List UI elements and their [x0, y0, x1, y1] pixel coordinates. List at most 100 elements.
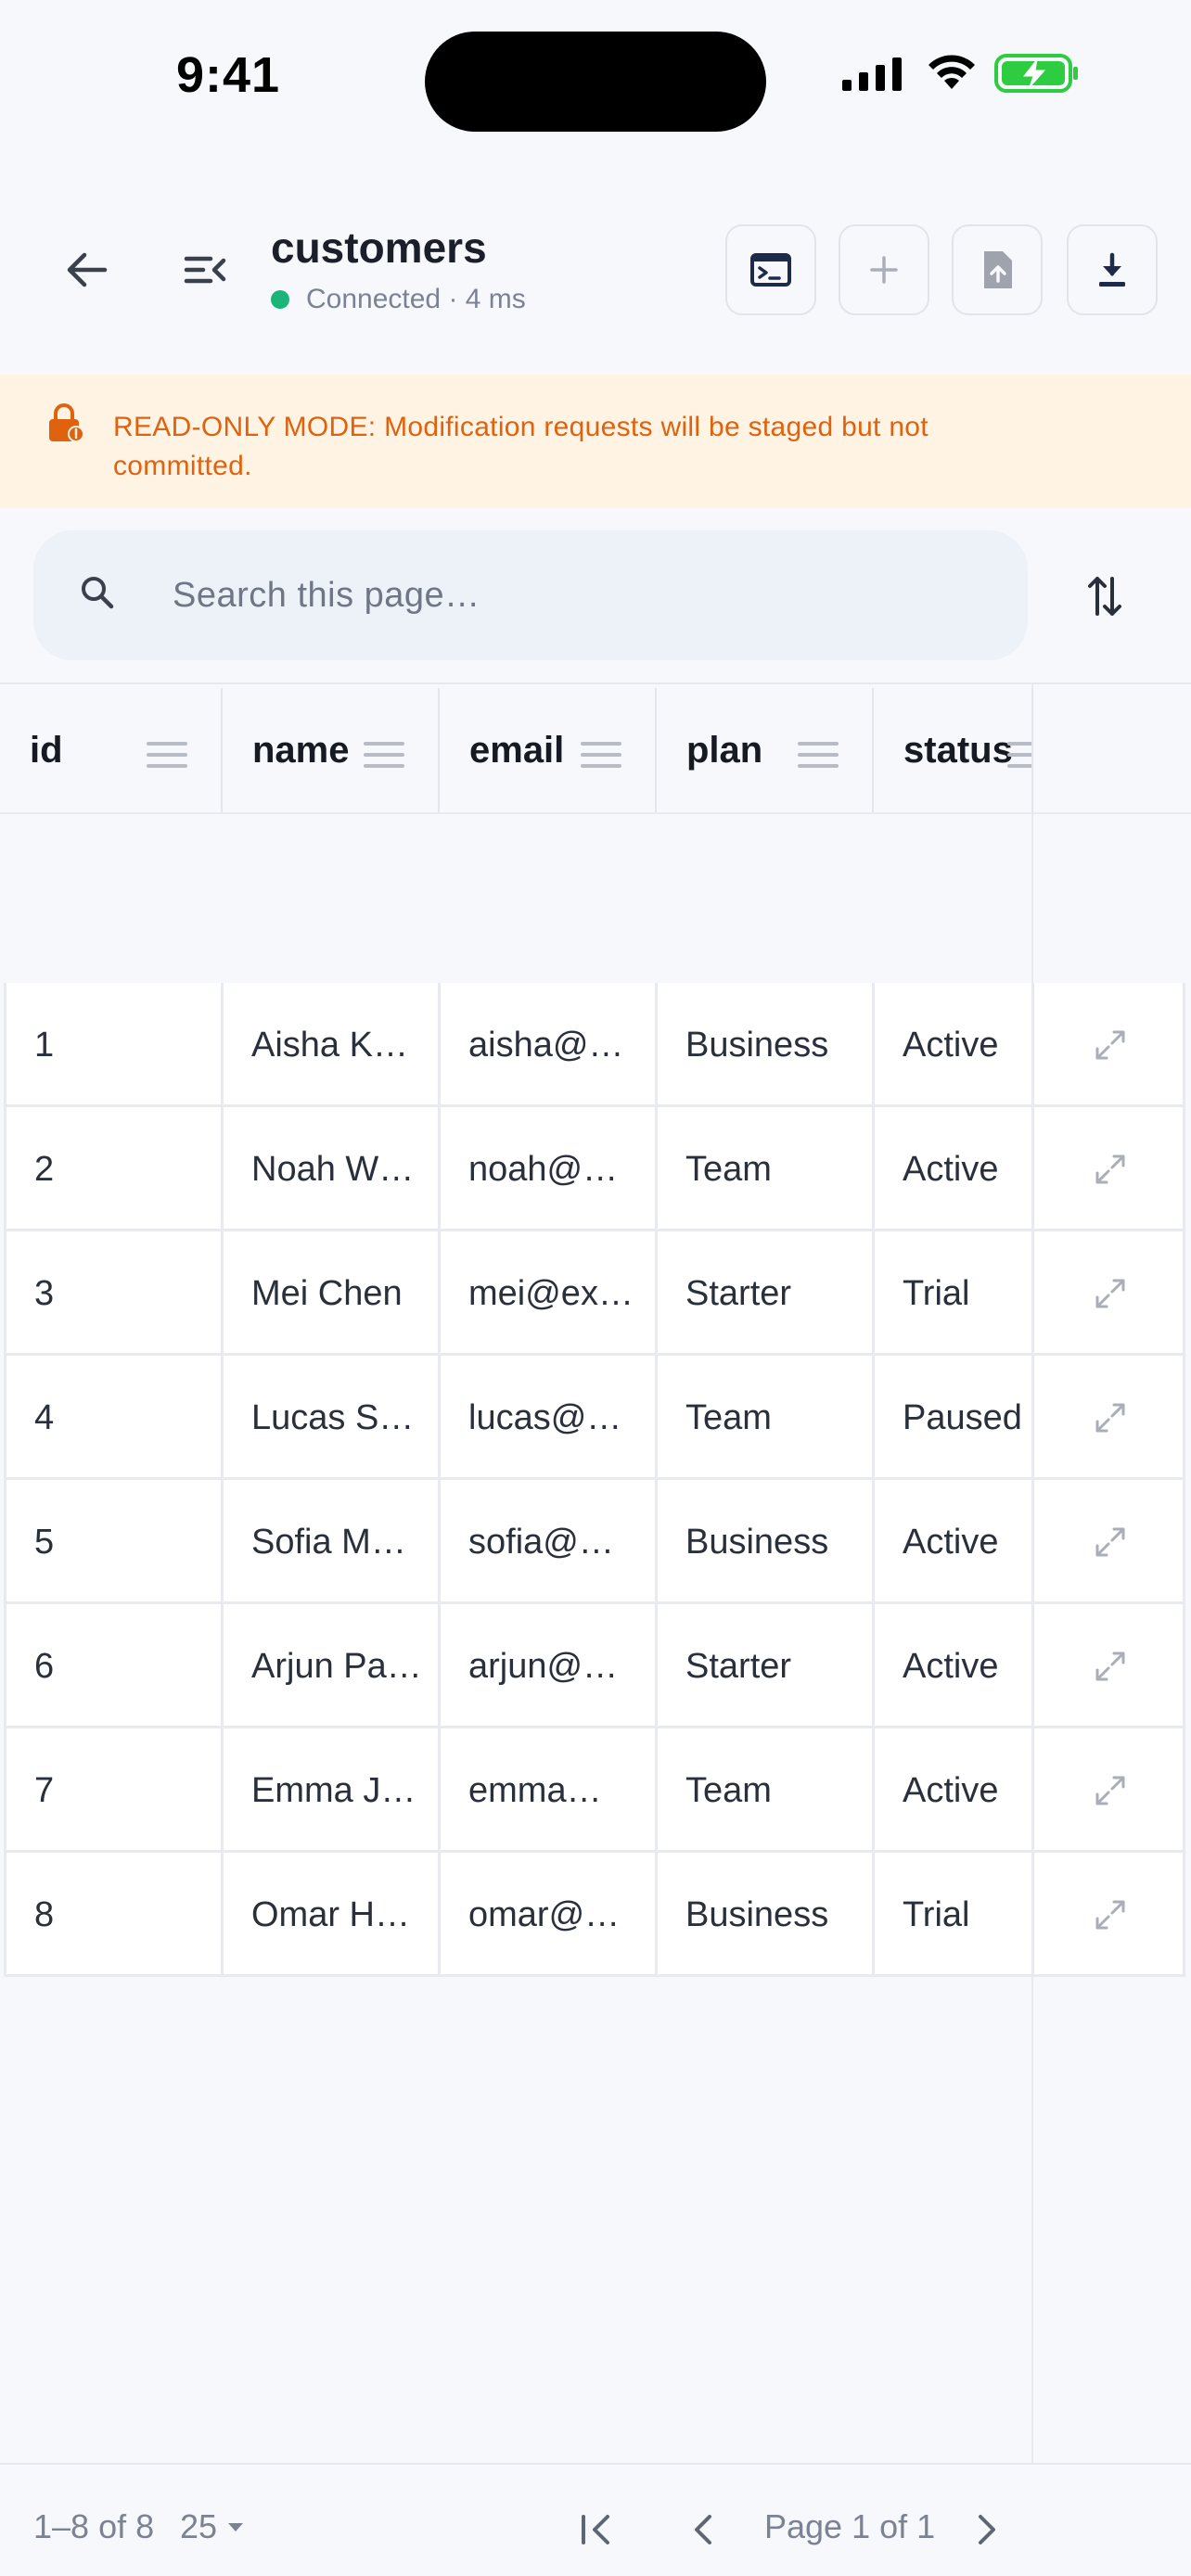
expand-row-button[interactable]	[1031, 983, 1185, 1107]
row-edge	[1183, 1480, 1185, 1604]
cell-email[interactable]: arjun@…	[438, 1604, 655, 1728]
cell-email[interactable]: lucas@…	[438, 1356, 655, 1480]
row-edge	[1183, 1853, 1185, 1977]
cell-plan[interactable]: Starter	[655, 1604, 872, 1728]
column-header-plan[interactable]: plan	[655, 688, 872, 812]
column-header-email[interactable]: email	[438, 688, 655, 812]
status-bar: 9:41	[0, 0, 1191, 158]
expand-row-button[interactable]	[1031, 1107, 1185, 1231]
grid-body: 1 Aisha K… aisha@… Business Active 2 Noah W… no…	[4, 983, 1185, 1977]
row-edge	[1183, 983, 1185, 1107]
cell-id[interactable]: 6	[4, 1604, 221, 1728]
table-row[interactable]: 1 Aisha K… aisha@… Business Active	[4, 983, 1185, 1107]
column-header-label: name	[252, 729, 350, 771]
import-button[interactable]	[952, 224, 1043, 315]
row-edge	[1183, 1356, 1185, 1480]
cell-status[interactable]: Active	[872, 1107, 1035, 1231]
cell-email[interactable]: aisha@…	[438, 983, 655, 1107]
cell-status[interactable]: Active	[872, 1480, 1035, 1604]
column-header-name[interactable]: name	[221, 688, 438, 812]
read-only-banner-text: READ-ONLY MODE: Modification requests wi…	[113, 412, 928, 481]
cell-name[interactable]: Sofia M…	[221, 1480, 438, 1604]
cell-status[interactable]: Trial	[872, 1231, 1035, 1356]
cell-id[interactable]: 1	[4, 983, 221, 1107]
sort-button[interactable]	[1063, 555, 1146, 638]
expand-icon	[1095, 1900, 1124, 1930]
column-header-id[interactable]: id	[0, 688, 221, 812]
row-edge	[1183, 1728, 1185, 1853]
cell-name[interactable]: Aisha K…	[221, 983, 438, 1107]
data-grid: id name email plan status 1 Aisha K… aisha…	[0, 682, 1191, 2465]
expand-icon	[1095, 1651, 1124, 1681]
cell-id[interactable]: 8	[4, 1853, 221, 1977]
cell-plan[interactable]: Team	[655, 1356, 872, 1480]
table-row[interactable]: 3 Mei Chen mei@ex… Starter Trial	[4, 1231, 1185, 1356]
first-page-icon	[582, 2515, 609, 2544]
table-row[interactable]: 5 Sofia M… sofia@… Business Active	[4, 1480, 1185, 1604]
table-row[interactable]: 4 Lucas S… lucas@… Team Paused	[4, 1356, 1185, 1480]
column-menu-icon[interactable]	[364, 742, 404, 775]
row-edge	[1183, 1604, 1185, 1728]
table-row[interactable]: 7 Emma J… emma… Team Active	[4, 1728, 1185, 1853]
add-row-button[interactable]	[839, 224, 929, 315]
expand-row-button[interactable]	[1031, 1231, 1185, 1356]
page-size-select[interactable]: 25	[180, 2507, 244, 2546]
cell-id[interactable]: 7	[4, 1728, 221, 1853]
cell-name[interactable]: Omar H…	[221, 1853, 438, 1977]
cell-name[interactable]: Lucas S…	[221, 1356, 438, 1480]
cell-status[interactable]: Active	[872, 983, 1035, 1107]
cell-id[interactable]: 4	[4, 1356, 221, 1480]
expand-row-button[interactable]	[1031, 1853, 1185, 1977]
table-row[interactable]: 6 Arjun Pa… arjun@… Starter Active	[4, 1604, 1185, 1728]
previous-page-button[interactable]	[666, 2493, 740, 2567]
cell-email[interactable]: noah@…	[438, 1107, 655, 1231]
plus-icon	[870, 256, 898, 284]
cell-status[interactable]: Active	[872, 1728, 1035, 1853]
cell-email[interactable]: sofia@…	[438, 1480, 655, 1604]
cell-id[interactable]: 2	[4, 1107, 221, 1231]
table-row[interactable]: 2 Noah W… noah@… Team Active	[4, 1107, 1185, 1231]
table-title: customers	[271, 223, 487, 272]
cell-email[interactable]: omar@…	[438, 1853, 655, 1977]
column-header-label: plan	[686, 729, 763, 771]
cell-email[interactable]: emma…	[438, 1728, 655, 1853]
cell-plan[interactable]: Team	[655, 1107, 872, 1231]
sidebar-toggle-button[interactable]	[163, 228, 247, 312]
cell-email[interactable]: mei@ex…	[438, 1231, 655, 1356]
column-menu-icon[interactable]	[1007, 742, 1033, 775]
search-input[interactable]	[173, 558, 989, 632]
cell-plan[interactable]: Starter	[655, 1231, 872, 1356]
cell-plan[interactable]: Business	[655, 1853, 872, 1977]
expand-row-button[interactable]	[1031, 1728, 1185, 1853]
expand-row-button[interactable]	[1031, 1356, 1185, 1480]
cell-status[interactable]: Paused	[872, 1356, 1035, 1480]
cell-name[interactable]: Mei Chen	[221, 1231, 438, 1356]
expand-row-button[interactable]	[1031, 1480, 1185, 1604]
search-bar	[33, 530, 1028, 660]
expand-icon	[1095, 1030, 1124, 1060]
next-page-button[interactable]	[950, 2493, 1024, 2567]
cell-name[interactable]: Emma J…	[221, 1728, 438, 1853]
cell-name[interactable]: Arjun Pa…	[221, 1604, 438, 1728]
cell-plan[interactable]: Business	[655, 983, 872, 1107]
terminal-button[interactable]	[725, 224, 816, 315]
column-header-status[interactable]: status	[872, 688, 1033, 812]
column-menu-icon[interactable]	[581, 742, 621, 775]
cellular-signal-icon	[842, 57, 902, 91]
expand-icon	[1095, 1154, 1124, 1184]
header-divider	[0, 812, 1191, 814]
cell-name[interactable]: Noah W…	[221, 1107, 438, 1231]
column-menu-icon[interactable]	[147, 742, 187, 775]
expand-row-button[interactable]	[1031, 1604, 1185, 1728]
cell-id[interactable]: 3	[4, 1231, 221, 1356]
cell-plan[interactable]: Business	[655, 1480, 872, 1604]
back-button[interactable]	[45, 228, 128, 312]
export-button[interactable]	[1067, 224, 1158, 315]
cell-status[interactable]: Active	[872, 1604, 1035, 1728]
cell-plan[interactable]: Team	[655, 1728, 872, 1853]
cell-status[interactable]: Trial	[872, 1853, 1035, 1977]
cell-id[interactable]: 5	[4, 1480, 221, 1604]
column-menu-icon[interactable]	[798, 742, 839, 775]
table-row[interactable]: 8 Omar H… omar@… Business Trial	[4, 1853, 1185, 1977]
first-page-button[interactable]	[560, 2493, 634, 2567]
